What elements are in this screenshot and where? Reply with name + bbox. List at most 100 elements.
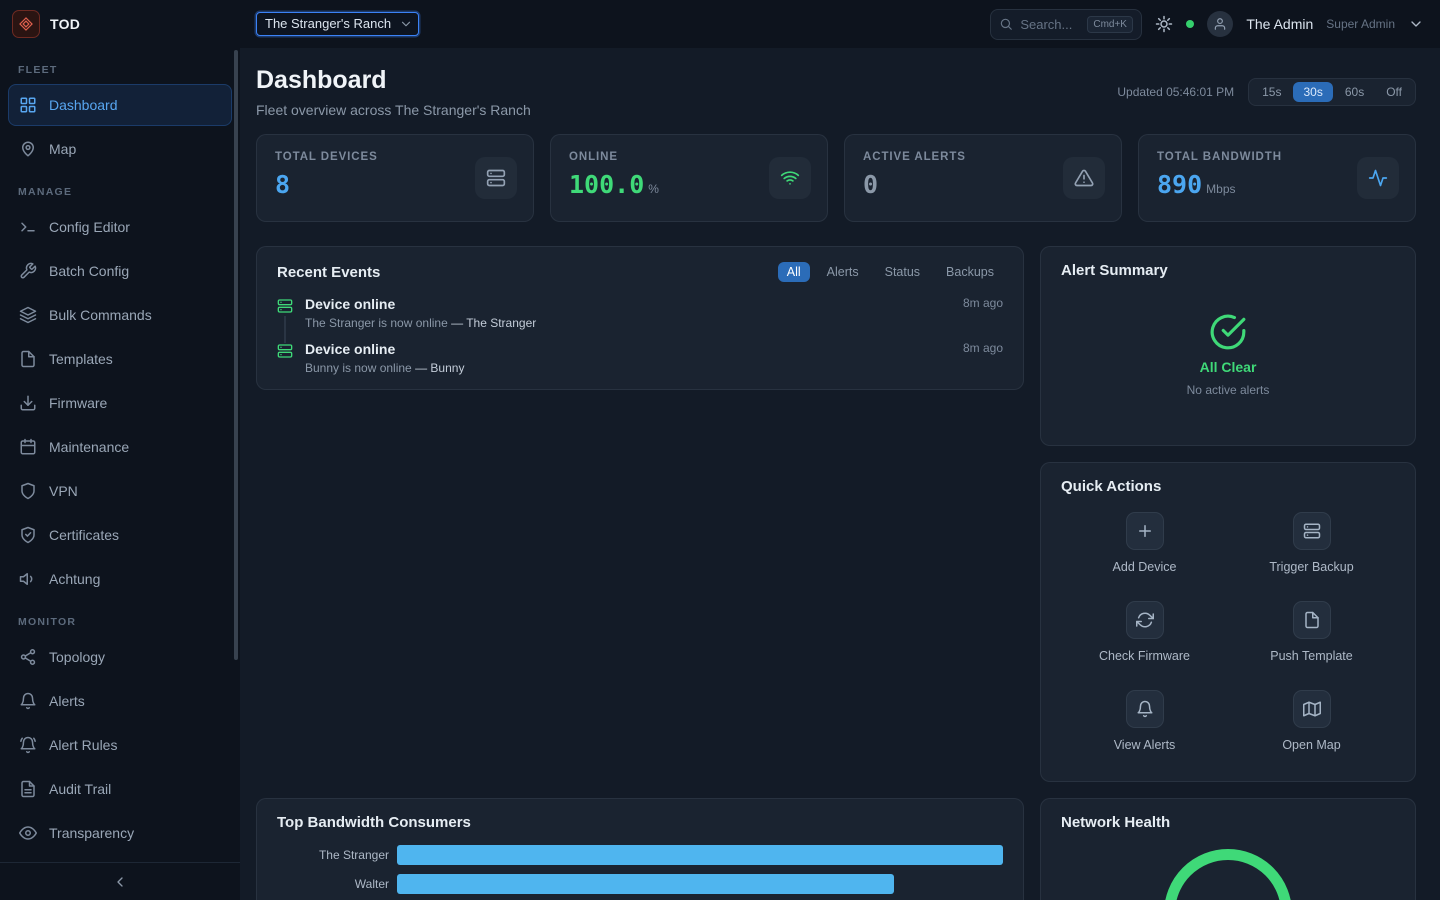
sidebar-item-label: Dashboard xyxy=(49,97,118,113)
event-time: 8m ago xyxy=(963,296,1003,330)
connection-status-dot xyxy=(1186,20,1194,28)
sidebar-item-label: Transparency xyxy=(49,825,134,841)
event-row[interactable]: Device online The Stranger is now online … xyxy=(277,294,1003,339)
event-filter-all[interactable]: All xyxy=(778,262,810,282)
calendar-icon xyxy=(19,438,37,456)
sidebar-item-templates[interactable]: Templates xyxy=(8,338,232,380)
sidebar-item-config-editor[interactable]: Config Editor xyxy=(8,206,232,248)
user-role: Super Admin xyxy=(1326,17,1395,31)
sidebar-item-alerts[interactable]: Alerts xyxy=(8,680,232,722)
sidebar-item-topology[interactable]: Topology xyxy=(8,636,232,678)
sidebar-item-label: Topology xyxy=(49,649,105,665)
event-description: Bunny is now online — Bunny xyxy=(305,361,951,375)
pin-icon xyxy=(19,140,37,158)
theme-toggle-sun-icon[interactable] xyxy=(1155,15,1173,33)
shield-check-icon xyxy=(19,526,37,544)
sidebar-item-map[interactable]: Map xyxy=(8,128,232,170)
sidebar-item-batch-config[interactable]: Batch Config xyxy=(8,250,232,292)
topbar: TOD The Stranger's Ranch Cmd+K The Admin… xyxy=(0,0,1440,48)
sidebar: FLEETDashboardMapMANAGEConfig EditorBatc… xyxy=(0,48,240,900)
user-menu-chevron-down-icon[interactable] xyxy=(1408,16,1424,32)
event-filters: All Alerts Status Backups xyxy=(778,262,1003,282)
quick-actions-grid: Add Device Trigger Backup Check FirmwarePu… xyxy=(1061,512,1395,752)
stat-card-active-alerts: ACTIVE ALERTS 0 xyxy=(844,134,1122,222)
event-row[interactable]: Device online Bunny is now online — Bunny… xyxy=(277,339,1003,384)
fleet-selector[interactable]: The Stranger's Ranch xyxy=(256,12,419,36)
sidebar-item-audit-trail[interactable]: Audit Trail xyxy=(8,768,232,810)
event-filter-alerts[interactable]: Alerts xyxy=(818,262,868,282)
app-name: TOD xyxy=(50,16,80,32)
search-shortcut: Cmd+K xyxy=(1087,16,1133,33)
stat-value: 0 xyxy=(863,170,878,199)
event-list: Device online The Stranger is now online … xyxy=(277,294,1003,384)
quick-action-check-firmware[interactable]: Check Firmware xyxy=(1061,601,1228,663)
bell-icon xyxy=(19,692,37,710)
event-description: The Stranger is now online — The Strange… xyxy=(305,316,951,330)
bandwidth-bar xyxy=(397,874,894,894)
network-health-title: Network Health xyxy=(1061,814,1170,831)
sidebar-section-label: FLEET xyxy=(8,50,232,84)
refresh-interval-control: 15s30s60sOff xyxy=(1248,78,1416,106)
server-icon xyxy=(475,157,517,199)
bandwidth-bars: The StrangerWalter xyxy=(277,845,1003,894)
sidebar-item-label: Config Editor xyxy=(49,219,130,235)
page-title: Dashboard xyxy=(256,66,531,95)
fleet-selector-wrap: The Stranger's Ranch xyxy=(256,12,419,36)
quick-action-push-template[interactable]: Push Template xyxy=(1228,601,1395,663)
avatar[interactable] xyxy=(1207,11,1233,37)
quick-action-view-alerts[interactable]: View Alerts xyxy=(1061,690,1228,752)
refresh-option-60s[interactable]: 60s xyxy=(1335,82,1374,102)
sidebar-item-bulk-commands[interactable]: Bulk Commands xyxy=(8,294,232,336)
event-filter-backups[interactable]: Backups xyxy=(937,262,1003,282)
quick-action-add-device[interactable]: Add Device xyxy=(1061,512,1228,574)
stat-card-total-devices: TOTAL DEVICES 8 xyxy=(256,134,534,222)
sidebar-item-firmware[interactable]: Firmware xyxy=(8,382,232,424)
alert-detail-text: No active alerts xyxy=(1187,383,1270,397)
check-circle-icon xyxy=(1209,313,1247,351)
refresh-option-15s[interactable]: 15s xyxy=(1252,82,1291,102)
sidebar-item-maintenance[interactable]: Maintenance xyxy=(8,426,232,468)
sidebar-scrollbar[interactable] xyxy=(234,50,238,660)
network-health-gauge xyxy=(1164,849,1292,900)
sidebar-item-label: Batch Config xyxy=(49,263,129,279)
quick-action-open-map[interactable]: Open Map xyxy=(1228,690,1395,752)
stat-value: 8 xyxy=(275,170,290,199)
event-title: Device online xyxy=(305,296,951,312)
sidebar-collapse-button[interactable] xyxy=(0,862,240,900)
event-filter-status[interactable]: Status xyxy=(876,262,929,282)
sidebar-item-label: Templates xyxy=(49,351,113,367)
sidebar-item-achtung[interactable]: Achtung xyxy=(8,558,232,600)
stat-card-total-bandwidth: TOTAL BANDWIDTH 890Mbps xyxy=(1138,134,1416,222)
sidebar-item-label: Bulk Commands xyxy=(49,307,152,323)
sidebar-item-label: Alert Rules xyxy=(49,737,117,753)
search-input[interactable] xyxy=(1020,17,1080,32)
sidebar-item-label: Audit Trail xyxy=(49,781,111,797)
sidebar-item-transparency[interactable]: Transparency xyxy=(8,812,232,854)
warning-icon xyxy=(1063,157,1105,199)
topology-icon xyxy=(19,648,37,666)
sidebar-item-alert-rules[interactable]: Alert Rules xyxy=(8,724,232,766)
sidebar-item-label: Maintenance xyxy=(49,439,129,455)
alert-summary-card: Alert Summary All Clear No active alerts xyxy=(1040,246,1416,446)
event-device: — The Stranger xyxy=(451,316,536,330)
bell-icon xyxy=(1126,690,1164,728)
quick-action-trigger-backup[interactable]: Trigger Backup xyxy=(1228,512,1395,574)
sidebar-item-vpn[interactable]: VPN xyxy=(8,470,232,512)
sidebar-item-dashboard[interactable]: Dashboard xyxy=(8,84,232,126)
quick-actions-card: Quick Actions Add DeviceTrigger BackupCh… xyxy=(1040,462,1416,782)
event-title: Device online xyxy=(305,341,951,357)
quick-action-label: Add Device xyxy=(1113,560,1177,574)
quick-action-label: Trigger Backup xyxy=(1269,560,1353,574)
recent-events-title: Recent Events xyxy=(277,264,380,281)
stat-unit: % xyxy=(648,182,659,196)
refresh-option-30s[interactable]: 30s xyxy=(1293,82,1332,102)
sidebar-nav: FLEETDashboardMapMANAGEConfig EditorBatc… xyxy=(0,48,240,862)
user-icon xyxy=(1213,17,1227,31)
refresh-option-off[interactable]: Off xyxy=(1376,82,1412,102)
sidebar-item-certificates[interactable]: Certificates xyxy=(8,514,232,556)
search-box[interactable]: Cmd+K xyxy=(990,9,1142,40)
user-name: The Admin xyxy=(1246,16,1313,32)
last-updated-text: Updated 05:46:01 PM xyxy=(1117,85,1234,99)
page-header: Dashboard Fleet overview across The Stra… xyxy=(256,66,1416,118)
recent-events-card: Recent Events All Alerts Status Backups Dev… xyxy=(256,246,1024,390)
